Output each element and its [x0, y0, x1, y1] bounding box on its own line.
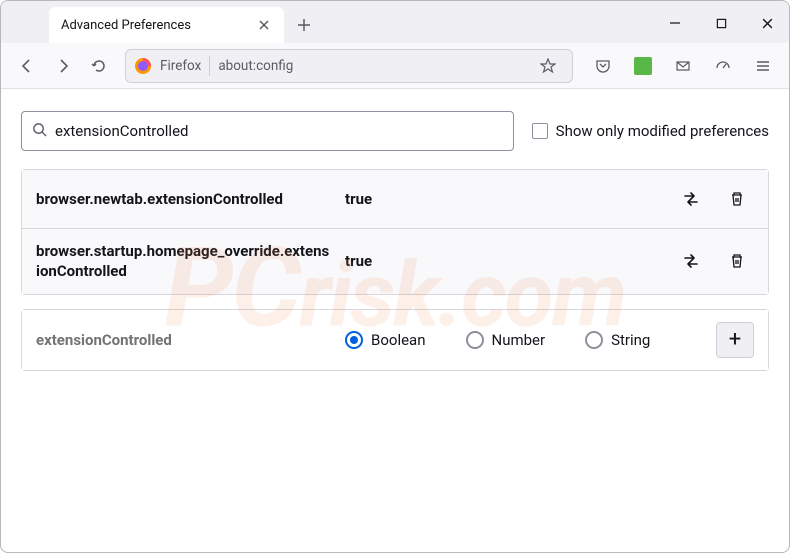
radio-icon	[585, 331, 603, 349]
url-separator	[209, 56, 210, 76]
mail-icon[interactable]	[667, 50, 699, 82]
close-tab-icon[interactable]	[256, 17, 272, 33]
pref-row: browser.newtab.extensionControlled true	[22, 170, 768, 228]
dashboard-icon[interactable]	[707, 50, 739, 82]
toggle-button[interactable]	[674, 244, 708, 278]
browser-toolbar: Firefox about:config	[1, 43, 789, 89]
bookmark-star-icon[interactable]	[532, 50, 564, 82]
add-pref-button[interactable]: +	[716, 322, 754, 358]
pocket-icon[interactable]	[587, 50, 619, 82]
delete-button[interactable]	[720, 182, 754, 216]
checkbox-icon	[532, 123, 548, 139]
pref-value: true	[345, 190, 660, 208]
search-box[interactable]	[21, 111, 514, 151]
radio-icon	[466, 331, 484, 349]
results-list: browser.newtab.extensionControlled true …	[21, 169, 769, 295]
delete-button[interactable]	[720, 244, 754, 278]
url-brand-label: Firefox	[160, 58, 201, 74]
radio-label: Number	[492, 331, 546, 349]
radio-label: Boolean	[371, 331, 426, 349]
maximize-button[interactable]	[707, 9, 735, 37]
url-text: about:config	[218, 58, 524, 74]
menu-button[interactable]	[747, 50, 779, 82]
extension-icon[interactable]	[627, 50, 659, 82]
firefox-icon	[134, 57, 152, 75]
tab-title: Advanced Preferences	[61, 18, 191, 33]
forward-button[interactable]	[47, 50, 79, 82]
url-bar[interactable]: Firefox about:config	[125, 49, 573, 83]
search-input[interactable]	[55, 122, 503, 140]
tab-bar: Advanced Preferences	[1, 1, 789, 43]
pref-row: browser.startup.homepage_override.extens…	[22, 228, 768, 294]
radio-number[interactable]: Number	[466, 331, 546, 349]
back-button[interactable]	[11, 50, 43, 82]
window-controls	[661, 9, 781, 37]
minimize-button[interactable]	[661, 9, 689, 37]
pref-value: true	[345, 252, 660, 270]
config-content: Show only modified preferences browser.n…	[1, 89, 789, 393]
new-pref-name: extensionControlled	[36, 331, 331, 349]
type-radio-group: Boolean Number String	[345, 331, 702, 349]
show-modified-checkbox[interactable]: Show only modified preferences	[532, 122, 769, 140]
radio-label: String	[611, 331, 650, 349]
radio-boolean[interactable]: Boolean	[345, 331, 426, 349]
checkbox-label: Show only modified preferences	[556, 122, 769, 140]
toggle-button[interactable]	[674, 182, 708, 216]
new-pref-box: extensionControlled Boolean Number Strin…	[21, 309, 769, 371]
pref-name: browser.startup.homepage_override.extens…	[36, 241, 331, 282]
reload-button[interactable]	[83, 50, 115, 82]
radio-string[interactable]: String	[585, 331, 650, 349]
search-icon	[32, 122, 47, 141]
radio-icon	[345, 331, 363, 349]
browser-tab[interactable]: Advanced Preferences	[49, 7, 284, 43]
new-tab-button[interactable]	[288, 9, 320, 41]
pref-name: browser.newtab.extensionControlled	[36, 189, 331, 209]
close-window-button[interactable]	[753, 9, 781, 37]
